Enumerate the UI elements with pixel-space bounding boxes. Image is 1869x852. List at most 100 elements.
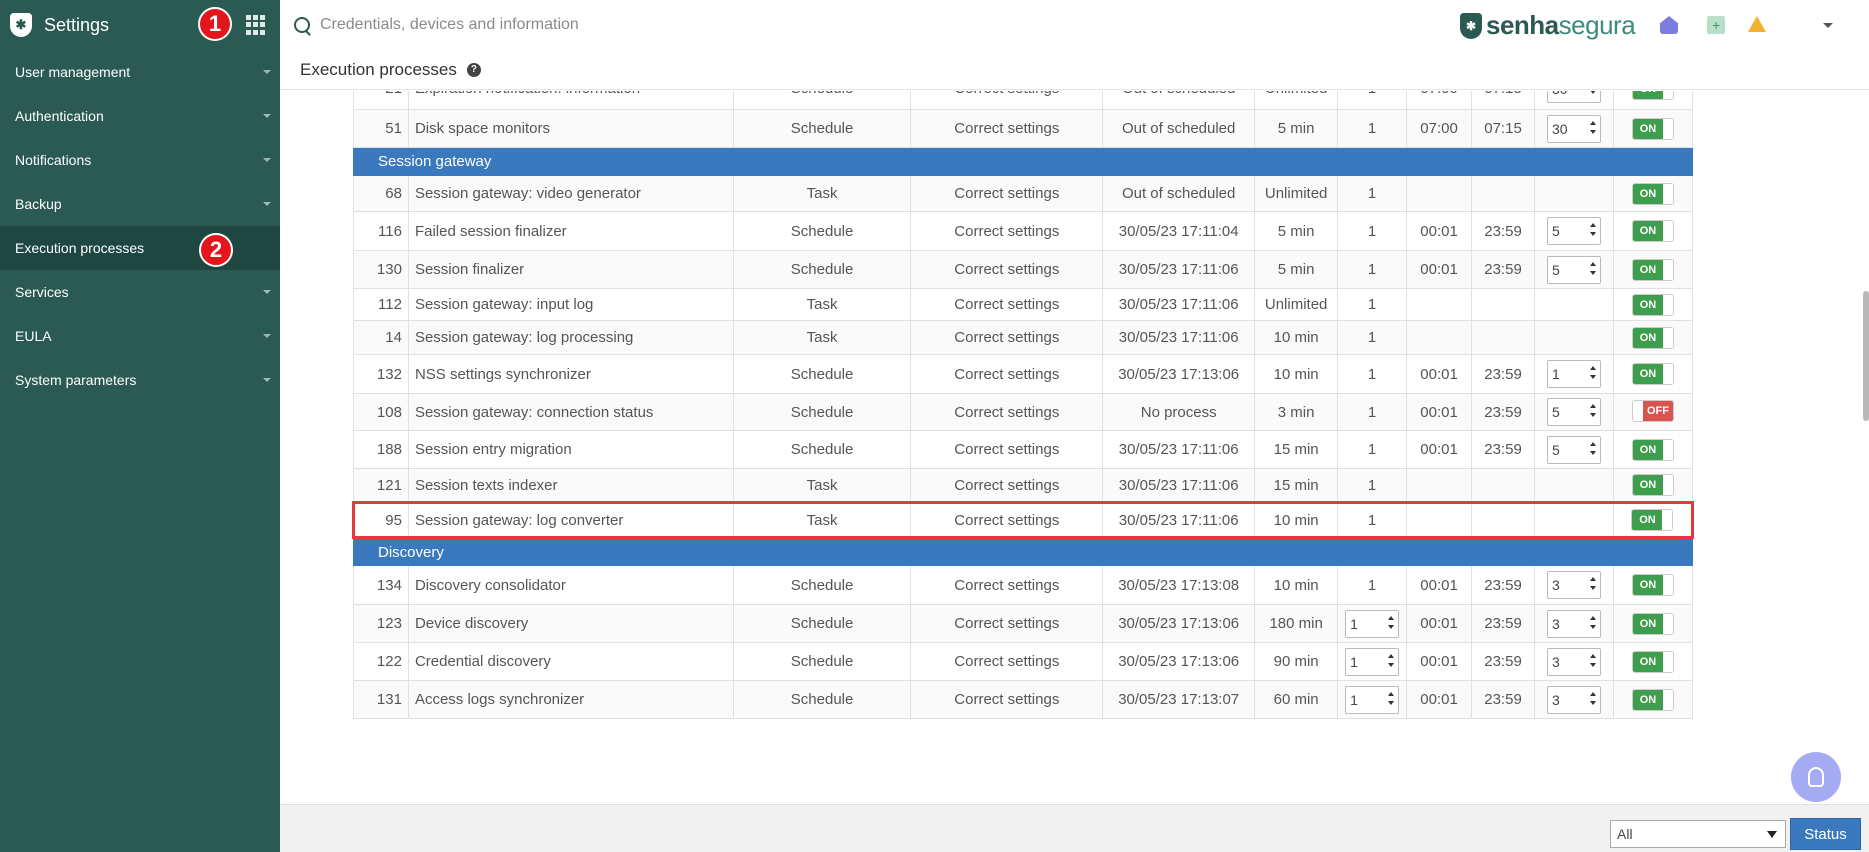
spinner-arrows-icon[interactable] [1589,653,1596,667]
toggle-knob [1662,613,1673,634]
apps-grid-icon[interactable] [246,15,266,35]
cell-attempts [1534,501,1614,539]
sidebar-item-services[interactable]: Services [0,270,280,314]
attempts-input[interactable]: 3 [1546,685,1601,714]
table-row[interactable]: 112 Session gateway: input log Task Correct… [353,288,1694,321]
table-row[interactable]: 123 Device discovery Schedule Correct setti… [353,604,1694,643]
user-menu-caret-icon[interactable] [1823,23,1833,28]
caret-down-icon [263,334,271,338]
cell-instances: 1 [1337,91,1408,110]
attempts-input[interactable]: 5 [1546,217,1601,245]
search-input[interactable] [320,16,820,34]
document-plus-icon[interactable]: + [1707,16,1725,34]
attempts-input[interactable]: 1 [1546,360,1601,388]
active-toggle[interactable]: ON [1631,474,1674,496]
attempts-input[interactable]: 30 [1546,91,1601,103]
home-icon[interactable] [1660,16,1678,34]
spinner-arrows-icon[interactable] [1589,91,1596,94]
active-toggle[interactable]: ON [1631,220,1674,242]
table-row[interactable]: 21Expiration notification: informationSc… [353,91,1694,110]
spinner-arrows-icon[interactable] [1589,577,1596,590]
spinner-arrows-icon[interactable] [1589,404,1596,417]
cell-id: 14 [353,320,409,355]
active-toggle[interactable]: ON [1631,688,1674,711]
active-toggle[interactable]: ON [1631,574,1674,596]
spinner-arrows-icon[interactable] [1589,120,1596,134]
sidebar-item-system-parameters[interactable]: System parameters [0,358,280,402]
active-toggle[interactable]: ON [1631,438,1674,461]
toggle-label: ON [1632,91,1663,99]
cell-name: Expiration notification: information [407,91,734,110]
active-toggle[interactable]: ON [1631,91,1674,100]
attempts-input[interactable]: 3 [1546,647,1601,676]
help-lightbulb-button[interactable] [1791,752,1841,802]
active-toggle[interactable]: ON [1631,258,1674,281]
sidebar-item-notifications[interactable]: Notifications [0,138,280,182]
table-row[interactable]: 132 NSS settings synchronizer Schedule Corr… [353,354,1694,394]
toggle-knob [1662,259,1673,280]
attempts-input[interactable]: 5 [1546,255,1601,284]
table-row[interactable]: 122 Credential discovery Schedule Correct s… [353,642,1694,681]
table-row[interactable]: 14 Session gateway: log processing Task Cor… [353,320,1694,355]
cell-attempts: 5 [1534,393,1614,431]
table-row[interactable]: 121 Session texts indexer Task Correct sett… [353,468,1694,503]
table-row[interactable]: 116 Failed session finalizer Schedule Corre… [353,211,1694,251]
sidebar-item-eula[interactable]: EULA [0,314,280,358]
active-toggle[interactable]: ON [1631,326,1674,349]
table-row[interactable]: 134 Discovery consolidator Schedule Correct… [353,565,1694,605]
spinner-arrows-icon[interactable] [1589,615,1596,629]
help-icon[interactable]: ? [466,62,481,77]
instances-input[interactable]: 1 [1345,609,1400,638]
cell-id: 188 [353,430,409,469]
cell-active: ON [1612,354,1694,394]
warning-icon[interactable] [1748,16,1766,32]
sidebar-item-user-management[interactable]: User management [0,50,280,94]
table-row[interactable]: 108 Session gateway: connection status Sch… [353,393,1694,431]
cell-last-execution: 30/05/23 17:11:06 [1102,250,1256,289]
attempts-input[interactable]: 30 [1546,114,1601,143]
cell-type: Task [732,175,912,212]
table-row-highlighted[interactable]: 95 Session gateway: log converter Task Corr… [352,501,1695,539]
status-button[interactable]: Status [1790,818,1861,850]
active-toggle[interactable]: ON [1631,293,1674,316]
cell-interval: 5 min [1254,250,1339,289]
table-row[interactable]: 188 Session entry migration Schedule Correc… [353,430,1694,469]
table-row[interactable]: 130 Session finalizer Schedule Correct sett… [353,250,1694,289]
attempts-input[interactable]: 5 [1546,435,1601,464]
attempts-input[interactable]: 5 [1546,398,1601,426]
active-toggle[interactable]: ON [1631,612,1674,635]
cell-status: Correct settings [910,91,1104,110]
table-row[interactable]: 51 Disk space monitors Schedule Correct set… [353,109,1694,148]
instances-input[interactable]: 1 [1345,685,1400,714]
brand-name-part1: senha [1486,10,1559,40]
active-toggle[interactable]: ON [1631,509,1674,531]
spinner-arrows-icon[interactable] [1589,366,1596,379]
toggle-label: ON [1632,221,1663,241]
active-toggle[interactable]: ON [1631,650,1674,673]
scrollbar[interactable] [1863,291,1869,421]
active-toggle[interactable]: ON [1631,117,1674,140]
attempts-input[interactable]: 3 [1546,609,1601,638]
spinner-arrows-icon[interactable] [1589,691,1596,705]
attempts-input-value: 5 [1551,223,1560,239]
cell-last-execution: 30/05/23 17:11:06 [1102,320,1256,355]
sidebar-item-authentication[interactable]: Authentication [0,94,280,138]
sidebar-item-backup[interactable]: Backup [0,182,280,226]
active-toggle[interactable]: ON [1631,363,1674,385]
spinner-arrows-icon[interactable] [1589,223,1596,236]
table-row[interactable]: 68 Session gateway: video generator Task Co… [353,175,1694,212]
spinner-arrows-icon[interactable] [1388,615,1395,629]
spinner-arrows-icon[interactable] [1589,261,1596,275]
attempts-input[interactable]: 3 [1546,571,1601,599]
cell-interval: 90 min [1254,642,1339,681]
table-row[interactable]: 131 Access logs synchronizer Schedule Corre… [353,680,1694,719]
instances-input[interactable]: 1 [1345,647,1400,676]
spinner-arrows-icon[interactable] [1589,441,1596,455]
active-toggle[interactable]: ON [1631,182,1674,205]
status-filter-select[interactable]: All [1610,820,1786,848]
spinner-arrows-icon[interactable] [1388,691,1395,705]
spinner-arrows-icon[interactable] [1388,653,1395,667]
active-toggle[interactable]: OFF [1631,399,1674,422]
cell-start-time [1406,468,1473,503]
sidebar-item-execution-processes[interactable]: Execution processes [0,226,280,270]
